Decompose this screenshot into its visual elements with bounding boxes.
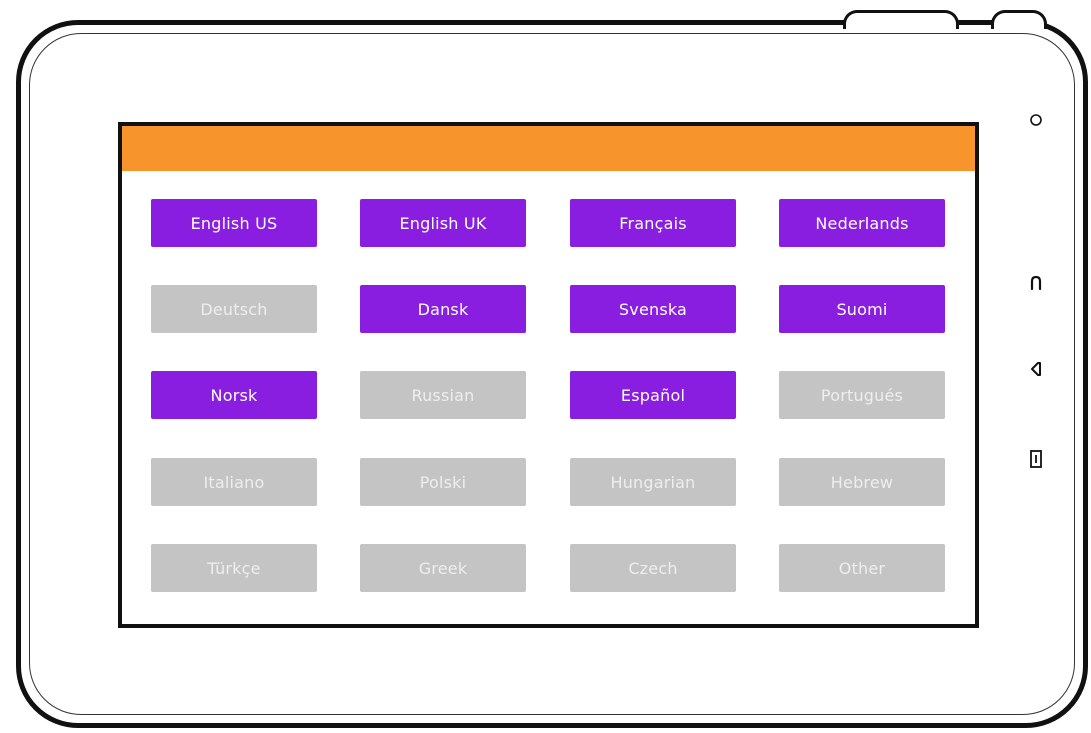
home-icon[interactable] — [1016, 268, 1056, 298]
language-button-greek[interactable]: Greek — [360, 544, 526, 592]
language-button-hebrew[interactable]: Hebrew — [779, 458, 945, 506]
language-button-english-uk[interactable]: English UK — [360, 199, 526, 247]
tablet-screen: English US English UK Français Nederland… — [118, 122, 979, 628]
language-button-polski[interactable]: Polski — [360, 458, 526, 506]
language-button-francais[interactable]: Français — [570, 199, 736, 247]
power-button[interactable] — [843, 10, 959, 29]
camera-icon — [1016, 105, 1056, 135]
language-button-turkce[interactable]: Türkçe — [151, 544, 317, 592]
language-button-espanol[interactable]: Español — [570, 371, 736, 419]
language-button-deutsch[interactable]: Deutsch — [151, 285, 317, 333]
language-button-norsk[interactable]: Norsk — [151, 371, 317, 419]
language-button-hungarian[interactable]: Hungarian — [570, 458, 736, 506]
language-button-portugues[interactable]: Portugués — [779, 371, 945, 419]
menu-icon[interactable] — [1016, 444, 1056, 474]
language-button-english-us[interactable]: English US — [151, 199, 317, 247]
language-button-russian[interactable]: Russian — [360, 371, 526, 419]
language-button-svenska[interactable]: Svenska — [570, 285, 736, 333]
language-button-suomi[interactable]: Suomi — [779, 285, 945, 333]
language-button-other[interactable]: Other — [779, 544, 945, 592]
language-button-nederlands[interactable]: Nederlands — [779, 199, 945, 247]
language-button-italiano[interactable]: Italiano — [151, 458, 317, 506]
volume-button[interactable] — [991, 10, 1047, 29]
back-icon[interactable] — [1016, 354, 1056, 384]
app-header-bar — [122, 126, 975, 171]
language-button-dansk[interactable]: Dansk — [360, 285, 526, 333]
language-button-czech[interactable]: Czech — [570, 544, 736, 592]
